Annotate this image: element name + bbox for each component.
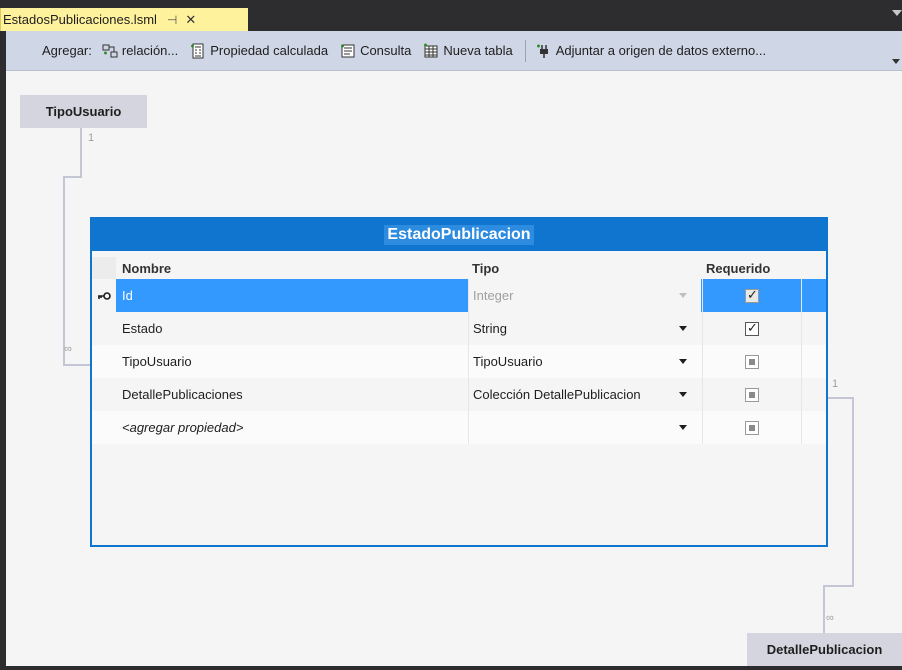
required-cell[interactable] xyxy=(702,279,802,312)
chevron-down-icon xyxy=(679,293,687,298)
property-row-tipousuario[interactable]: TipoUsuario TipoUsuario xyxy=(92,345,826,378)
bottom-border xyxy=(0,666,902,670)
chevron-down-icon xyxy=(679,326,687,331)
add-relation-label: relación... xyxy=(121,43,179,58)
grid-header: Nombre Tipo Requerido xyxy=(92,257,826,279)
query-icon xyxy=(341,44,355,57)
row-gutter xyxy=(92,378,116,411)
property-type-select[interactable]: Integer xyxy=(468,279,701,312)
header-type: Tipo xyxy=(472,260,500,276)
property-name[interactable]: TipoUsuario xyxy=(122,354,192,369)
computed-property-icon xyxy=(191,43,204,58)
property-type-select[interactable]: String xyxy=(468,312,701,345)
required-cell[interactable] xyxy=(702,378,802,411)
multiplicity-one: 1 xyxy=(88,132,95,144)
tab-dropdown-icon[interactable] xyxy=(892,10,902,16)
relation-line xyxy=(823,585,825,633)
relation-line xyxy=(63,176,82,178)
multiplicity-many: ∞ xyxy=(64,343,72,355)
multiplicity-one: 1 xyxy=(832,378,839,390)
relation-icon xyxy=(102,44,118,57)
pin-icon[interactable]: ⊣ xyxy=(167,13,177,27)
entity-title[interactable]: EstadoPublicacion xyxy=(384,225,534,245)
row-gutter xyxy=(92,345,116,378)
document-tab[interactable]: EstadosPublicaciones.lsml ⊣ ✕ xyxy=(0,8,248,31)
add-query-button[interactable]: Consulta xyxy=(340,43,411,59)
relation-line xyxy=(63,364,90,366)
relation-line xyxy=(823,585,854,587)
entity-title-bar[interactable]: EstadoPublicacion xyxy=(92,219,826,251)
property-type-select[interactable]: Colección DetallePublicacion xyxy=(468,378,701,411)
property-name[interactable]: DetallePublicaciones xyxy=(122,387,243,402)
add-computed-property-button[interactable]: Propiedad calculada xyxy=(190,43,328,59)
chevron-down-icon xyxy=(679,425,687,430)
required-cell[interactable] xyxy=(702,312,802,345)
required-checkbox[interactable] xyxy=(745,420,759,435)
document-tab-bar: EstadosPublicaciones.lsml ⊣ ✕ xyxy=(0,0,902,31)
property-type-select[interactable]: TipoUsuario xyxy=(468,345,701,378)
new-table-icon xyxy=(424,43,438,57)
required-checkbox[interactable] xyxy=(745,320,759,336)
property-row-id[interactable]: Id Integer xyxy=(92,279,826,312)
add-label: Agregar: xyxy=(42,43,92,58)
attach-datasource-button[interactable]: Adjuntar a origen de datos externo... xyxy=(536,43,766,59)
row-gutter xyxy=(92,257,116,279)
add-relation-button[interactable]: relación... xyxy=(102,43,178,59)
header-required: Requerido xyxy=(706,260,771,276)
relation-line xyxy=(852,397,854,587)
entity-card-estadopublicacion[interactable]: EstadoPublicacion Nombre Tipo Requerido … xyxy=(90,217,828,547)
required-checkbox[interactable] xyxy=(745,387,759,402)
new-table-button[interactable]: Nueva tabla xyxy=(423,43,513,59)
attach-datasource-icon xyxy=(536,44,548,58)
new-table-label: Nueva tabla xyxy=(443,43,513,58)
row-gutter xyxy=(92,411,116,444)
close-icon[interactable]: ✕ xyxy=(185,12,196,28)
property-type: Colección DetallePublicacion xyxy=(473,387,641,402)
property-name[interactable]: Estado xyxy=(122,321,162,336)
tab-title[interactable]: EstadosPublicaciones.lsml xyxy=(3,12,157,27)
add-computed-property-label: Propiedad calculada xyxy=(210,43,329,58)
entity-tipousuario[interactable]: TipoUsuario xyxy=(20,95,147,128)
property-row-add[interactable]: <agregar propiedad> xyxy=(92,411,826,444)
required-checkbox[interactable] xyxy=(745,287,759,303)
relation-line xyxy=(80,128,82,178)
toolbar-separator xyxy=(524,39,526,62)
property-name[interactable]: Id xyxy=(122,288,133,303)
chevron-down-icon xyxy=(679,392,687,397)
entity-detallepublicacion-label: DetallePublicacion xyxy=(766,642,883,657)
property-type: Integer xyxy=(473,288,514,303)
property-type: TipoUsuario xyxy=(473,354,543,369)
attach-datasource-label: Adjuntar a origen de datos externo... xyxy=(555,43,767,58)
multiplicity-many: ∞ xyxy=(826,612,834,624)
property-type-select[interactable] xyxy=(468,411,701,444)
property-row-estado[interactable]: Estado String xyxy=(92,312,826,345)
toolbar-overflow-icon[interactable] xyxy=(892,59,900,64)
property-type: String xyxy=(473,321,507,336)
row-gutter xyxy=(92,312,116,345)
chevron-down-icon xyxy=(679,359,687,364)
required-cell[interactable] xyxy=(702,345,802,378)
add-query-label: Consulta xyxy=(360,43,412,58)
entity-designer-canvas[interactable]: TipoUsuario 1 ∞ 1 ∞ DetallePublicacion E… xyxy=(6,71,902,666)
designer-toolbar: Agregar: relación... Propiedad calculada… xyxy=(6,31,902,71)
required-checkbox[interactable] xyxy=(745,354,759,369)
add-property-placeholder[interactable]: <agregar propiedad> xyxy=(122,420,243,435)
relation-line xyxy=(63,176,65,366)
relation-line xyxy=(828,397,854,399)
header-name: Nombre xyxy=(122,260,172,276)
required-cell[interactable] xyxy=(702,411,802,444)
entity-tipousuario-label: TipoUsuario xyxy=(45,104,122,119)
property-row-detallepublicaciones[interactable]: DetallePublicaciones Colección DetallePu… xyxy=(92,378,826,411)
entity-detallepublicacion[interactable]: DetallePublicacion xyxy=(747,633,902,666)
key-icon xyxy=(92,279,116,312)
